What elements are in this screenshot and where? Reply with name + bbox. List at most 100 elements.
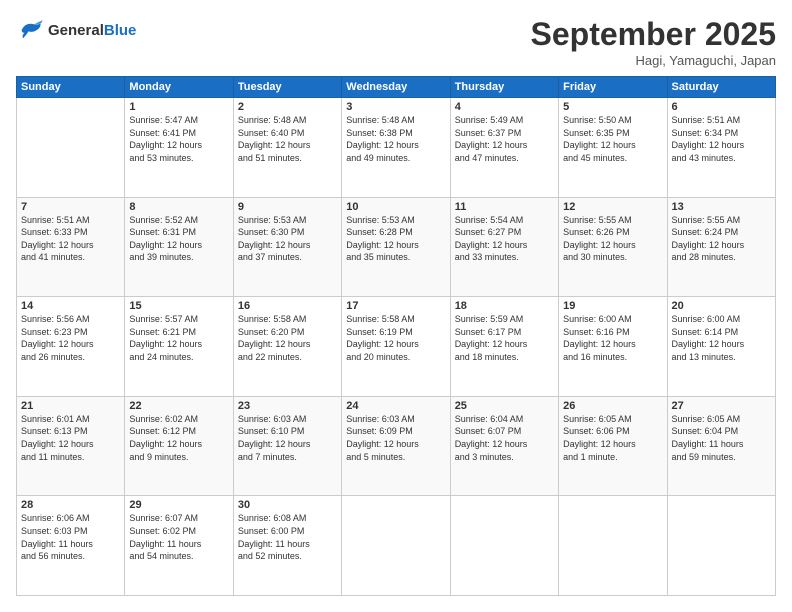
day-number: 15: [129, 300, 228, 312]
calendar-cell: 16Sunrise: 5:58 AM Sunset: 6:20 PM Dayli…: [233, 297, 341, 397]
calendar-cell: 2Sunrise: 5:48 AM Sunset: 6:40 PM Daylig…: [233, 98, 341, 198]
calendar-cell: 10Sunrise: 5:53 AM Sunset: 6:28 PM Dayli…: [342, 197, 450, 297]
header: GeneralBlue September 2025 Hagi, Yamaguc…: [16, 16, 776, 68]
calendar-cell: 22Sunrise: 6:02 AM Sunset: 6:12 PM Dayli…: [125, 396, 233, 496]
page: GeneralBlue September 2025 Hagi, Yamaguc…: [0, 0, 792, 612]
logo-icon: [16, 16, 44, 44]
day-number: 12: [563, 201, 662, 213]
calendar-week-3: 14Sunrise: 5:56 AM Sunset: 6:23 PM Dayli…: [17, 297, 776, 397]
day-number: 3: [346, 101, 445, 113]
day-number: 22: [129, 400, 228, 412]
day-number: 20: [672, 300, 771, 312]
calendar-cell: 7Sunrise: 5:51 AM Sunset: 6:33 PM Daylig…: [17, 197, 125, 297]
day-number: 25: [455, 400, 554, 412]
header-sunday: Sunday: [17, 77, 125, 98]
day-number: 23: [238, 400, 337, 412]
calendar-cell: 4Sunrise: 5:49 AM Sunset: 6:37 PM Daylig…: [450, 98, 558, 198]
day-info: Sunrise: 6:00 AM Sunset: 6:16 PM Dayligh…: [563, 313, 662, 363]
day-number: 16: [238, 300, 337, 312]
calendar-cell: 1Sunrise: 5:47 AM Sunset: 6:41 PM Daylig…: [125, 98, 233, 198]
day-info: Sunrise: 5:50 AM Sunset: 6:35 PM Dayligh…: [563, 114, 662, 164]
day-info: Sunrise: 6:06 AM Sunset: 6:03 PM Dayligh…: [21, 512, 120, 562]
calendar-cell: [667, 496, 775, 596]
day-info: Sunrise: 5:53 AM Sunset: 6:30 PM Dayligh…: [238, 214, 337, 264]
day-number: 26: [563, 400, 662, 412]
day-info: Sunrise: 5:55 AM Sunset: 6:24 PM Dayligh…: [672, 214, 771, 264]
day-info: Sunrise: 5:58 AM Sunset: 6:20 PM Dayligh…: [238, 313, 337, 363]
location: Hagi, Yamaguchi, Japan: [531, 53, 776, 68]
day-info: Sunrise: 6:07 AM Sunset: 6:02 PM Dayligh…: [129, 512, 228, 562]
calendar-week-5: 28Sunrise: 6:06 AM Sunset: 6:03 PM Dayli…: [17, 496, 776, 596]
calendar-cell: 6Sunrise: 5:51 AM Sunset: 6:34 PM Daylig…: [667, 98, 775, 198]
header-monday: Monday: [125, 77, 233, 98]
day-number: 11: [455, 201, 554, 213]
calendar-cell: 3Sunrise: 5:48 AM Sunset: 6:38 PM Daylig…: [342, 98, 450, 198]
day-number: 18: [455, 300, 554, 312]
month-title: September 2025: [531, 16, 776, 53]
day-info: Sunrise: 6:08 AM Sunset: 6:00 PM Dayligh…: [238, 512, 337, 562]
day-info: Sunrise: 6:05 AM Sunset: 6:04 PM Dayligh…: [672, 413, 771, 463]
day-number: 6: [672, 101, 771, 113]
day-number: 14: [21, 300, 120, 312]
calendar-week-2: 7Sunrise: 5:51 AM Sunset: 6:33 PM Daylig…: [17, 197, 776, 297]
day-info: Sunrise: 5:48 AM Sunset: 6:40 PM Dayligh…: [238, 114, 337, 164]
day-number: 27: [672, 400, 771, 412]
day-info: Sunrise: 5:51 AM Sunset: 6:34 PM Dayligh…: [672, 114, 771, 164]
weekday-header-row: Sunday Monday Tuesday Wednesday Thursday…: [17, 77, 776, 98]
logo: GeneralBlue: [16, 16, 136, 44]
calendar-week-1: 1Sunrise: 5:47 AM Sunset: 6:41 PM Daylig…: [17, 98, 776, 198]
calendar-cell: 23Sunrise: 6:03 AM Sunset: 6:10 PM Dayli…: [233, 396, 341, 496]
day-number: 29: [129, 499, 228, 511]
calendar-table: Sunday Monday Tuesday Wednesday Thursday…: [16, 76, 776, 596]
calendar-cell: 25Sunrise: 6:04 AM Sunset: 6:07 PM Dayli…: [450, 396, 558, 496]
day-info: Sunrise: 5:49 AM Sunset: 6:37 PM Dayligh…: [455, 114, 554, 164]
day-number: 10: [346, 201, 445, 213]
day-info: Sunrise: 5:53 AM Sunset: 6:28 PM Dayligh…: [346, 214, 445, 264]
day-number: 8: [129, 201, 228, 213]
day-info: Sunrise: 5:54 AM Sunset: 6:27 PM Dayligh…: [455, 214, 554, 264]
day-info: Sunrise: 6:01 AM Sunset: 6:13 PM Dayligh…: [21, 413, 120, 463]
calendar-cell: 15Sunrise: 5:57 AM Sunset: 6:21 PM Dayli…: [125, 297, 233, 397]
day-info: Sunrise: 5:51 AM Sunset: 6:33 PM Dayligh…: [21, 214, 120, 264]
day-info: Sunrise: 5:47 AM Sunset: 6:41 PM Dayligh…: [129, 114, 228, 164]
calendar-cell: [17, 98, 125, 198]
day-info: Sunrise: 5:57 AM Sunset: 6:21 PM Dayligh…: [129, 313, 228, 363]
calendar-cell: 26Sunrise: 6:05 AM Sunset: 6:06 PM Dayli…: [559, 396, 667, 496]
header-saturday: Saturday: [667, 77, 775, 98]
day-info: Sunrise: 5:52 AM Sunset: 6:31 PM Dayligh…: [129, 214, 228, 264]
calendar-cell: [450, 496, 558, 596]
day-number: 19: [563, 300, 662, 312]
day-number: 28: [21, 499, 120, 511]
calendar-cell: 5Sunrise: 5:50 AM Sunset: 6:35 PM Daylig…: [559, 98, 667, 198]
calendar-cell: [342, 496, 450, 596]
calendar-cell: 8Sunrise: 5:52 AM Sunset: 6:31 PM Daylig…: [125, 197, 233, 297]
calendar-cell: 14Sunrise: 5:56 AM Sunset: 6:23 PM Dayli…: [17, 297, 125, 397]
day-info: Sunrise: 5:48 AM Sunset: 6:38 PM Dayligh…: [346, 114, 445, 164]
day-info: Sunrise: 5:56 AM Sunset: 6:23 PM Dayligh…: [21, 313, 120, 363]
day-number: 30: [238, 499, 337, 511]
day-number: 9: [238, 201, 337, 213]
header-friday: Friday: [559, 77, 667, 98]
day-number: 7: [21, 201, 120, 213]
day-info: Sunrise: 5:59 AM Sunset: 6:17 PM Dayligh…: [455, 313, 554, 363]
calendar-cell: 11Sunrise: 5:54 AM Sunset: 6:27 PM Dayli…: [450, 197, 558, 297]
calendar-cell: 27Sunrise: 6:05 AM Sunset: 6:04 PM Dayli…: [667, 396, 775, 496]
logo-text: GeneralBlue: [48, 22, 136, 39]
day-info: Sunrise: 5:55 AM Sunset: 6:26 PM Dayligh…: [563, 214, 662, 264]
calendar-cell: [559, 496, 667, 596]
calendar-cell: 29Sunrise: 6:07 AM Sunset: 6:02 PM Dayli…: [125, 496, 233, 596]
day-number: 5: [563, 101, 662, 113]
calendar-cell: 20Sunrise: 6:00 AM Sunset: 6:14 PM Dayli…: [667, 297, 775, 397]
day-info: Sunrise: 6:03 AM Sunset: 6:10 PM Dayligh…: [238, 413, 337, 463]
header-thursday: Thursday: [450, 77, 558, 98]
calendar-cell: 24Sunrise: 6:03 AM Sunset: 6:09 PM Dayli…: [342, 396, 450, 496]
calendar-cell: 17Sunrise: 5:58 AM Sunset: 6:19 PM Dayli…: [342, 297, 450, 397]
calendar-cell: 13Sunrise: 5:55 AM Sunset: 6:24 PM Dayli…: [667, 197, 775, 297]
day-info: Sunrise: 6:04 AM Sunset: 6:07 PM Dayligh…: [455, 413, 554, 463]
day-number: 17: [346, 300, 445, 312]
day-number: 24: [346, 400, 445, 412]
day-number: 1: [129, 101, 228, 113]
day-number: 21: [21, 400, 120, 412]
day-info: Sunrise: 6:02 AM Sunset: 6:12 PM Dayligh…: [129, 413, 228, 463]
header-tuesday: Tuesday: [233, 77, 341, 98]
